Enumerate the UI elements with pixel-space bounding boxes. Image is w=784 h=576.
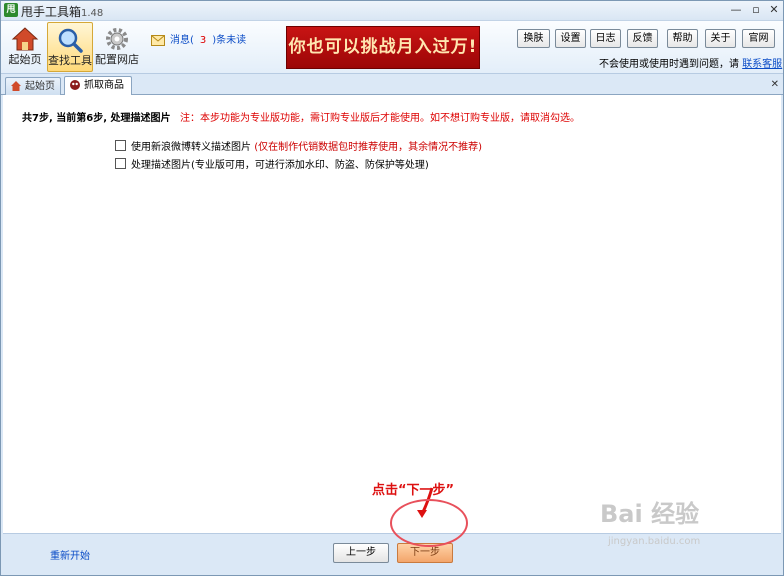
help-text: 不会使用或使用时遇到问题，请 [599,59,739,70]
option-process-images[interactable]: 处理描述图片(专业版可用，可进行添加水印、防盗、防保护等处理) [115,156,429,171]
process-images-checkbox[interactable] [115,158,126,169]
toolbar-home-button[interactable]: 起始页 [3,22,47,70]
window-title: 甩手工具箱1.48 [21,3,103,20]
toolbar-config-shop-button[interactable]: 配置网店 [95,22,139,70]
step-indicator: 共7步, 当前第6步, 处理描述图片 注：本步功能为专业版功能，需订购专业版后才… [22,109,580,124]
about-button[interactable]: 关于 [705,29,736,48]
message-envelope-icon [151,34,165,46]
settings-button[interactable]: 设置 [555,29,586,48]
next-step-button[interactable]: 下一步 [397,543,453,563]
tab-strip: 起始页 抓取商品 ✕ [1,74,783,96]
title-bar: 甩 甩手工具箱1.48 — ▫ ✕ [1,1,783,21]
gear-icon [106,28,128,50]
annotation-arrow-icon [417,487,434,518]
option-weibo-images-hint: (仅在制作代销数据包时推荐使用，其余情况不推荐) [254,142,482,153]
toolbar-find-tool-label: 查找工具 [48,54,92,67]
feedback-button[interactable]: 反馈 [627,29,658,48]
contact-support-link[interactable]: 联系客服 [742,59,782,70]
option-weibo-images-label: 使用新浪微博转义描述图片 [131,142,251,153]
tab-start-page-label: 起始页 [25,81,55,92]
magnifier-icon [58,28,83,53]
step-note: 注：本步功能为专业版功能，需订购专业版后才能使用。如不想订购专业版，请取消勾选。 [179,113,580,124]
step-text: 共7步, 当前第6步, 处理描述图片 [22,113,171,124]
restart-link[interactable]: 重新开始 [50,547,90,562]
promo-banner[interactable]: 你也可以挑战月入过万! [286,26,480,69]
help-button[interactable]: 帮助 [667,29,698,48]
grab-icon [70,80,80,90]
help-line: 不会使用或使用时遇到问题，请 联系客服 [599,55,782,70]
app-logo-icon: 甩 [4,3,18,17]
close-tab-icon[interactable]: ✕ [771,79,779,90]
tab-start-page[interactable]: 起始页 [5,77,61,95]
skin-button[interactable]: 换肤 [517,29,550,48]
option-weibo-images[interactable]: 使用新浪微博转义描述图片 (仅在制作代销数据包时推荐使用，其余情况不推荐) [115,138,482,153]
wizard-content: 共7步, 当前第6步, 处理描述图片 注：本步功能为专业版功能，需订购专业版后才… [3,95,781,533]
log-button[interactable]: 日志 [590,29,621,48]
home-icon [11,81,21,91]
weibo-images-checkbox[interactable] [115,140,126,151]
previous-step-button[interactable]: 上一步 [333,543,389,563]
toolbar-find-tool-button[interactable]: 查找工具 [47,22,93,72]
baidu-watermark-url: jingyan.baidu.com [608,536,701,547]
toolbar-config-shop-label: 配置网店 [95,53,139,66]
message-count: 3 [199,35,207,46]
minimize-button[interactable]: — [725,2,747,18]
unread-messages[interactable]: 消息( 3 )条未读 [151,31,246,46]
main-toolbar: 起始页 查找工具 配置网店 消息( 3 )条未读 你也可以挑战月入过万! 换肤 [1,21,783,74]
message-prefix: 消息( [170,35,194,46]
tab-grab-products-label: 抓取商品 [84,80,124,91]
option-process-images-label: 处理描述图片(专业版可用，可进行添加水印、防盗、防保护等处理) [131,160,429,171]
tab-grab-products[interactable]: 抓取商品 [64,76,132,96]
app-name: 甩手工具箱 [21,5,82,19]
official-site-button[interactable]: 官网 [742,29,775,48]
message-suffix: )条未读 [212,35,247,46]
app-version: 1.48 [81,8,104,19]
baidu-watermark: Bai 经验 [600,500,700,528]
toolbar-home-label: 起始页 [8,53,42,66]
close-window-button[interactable]: ✕ [763,2,784,18]
home-icon [11,27,39,51]
